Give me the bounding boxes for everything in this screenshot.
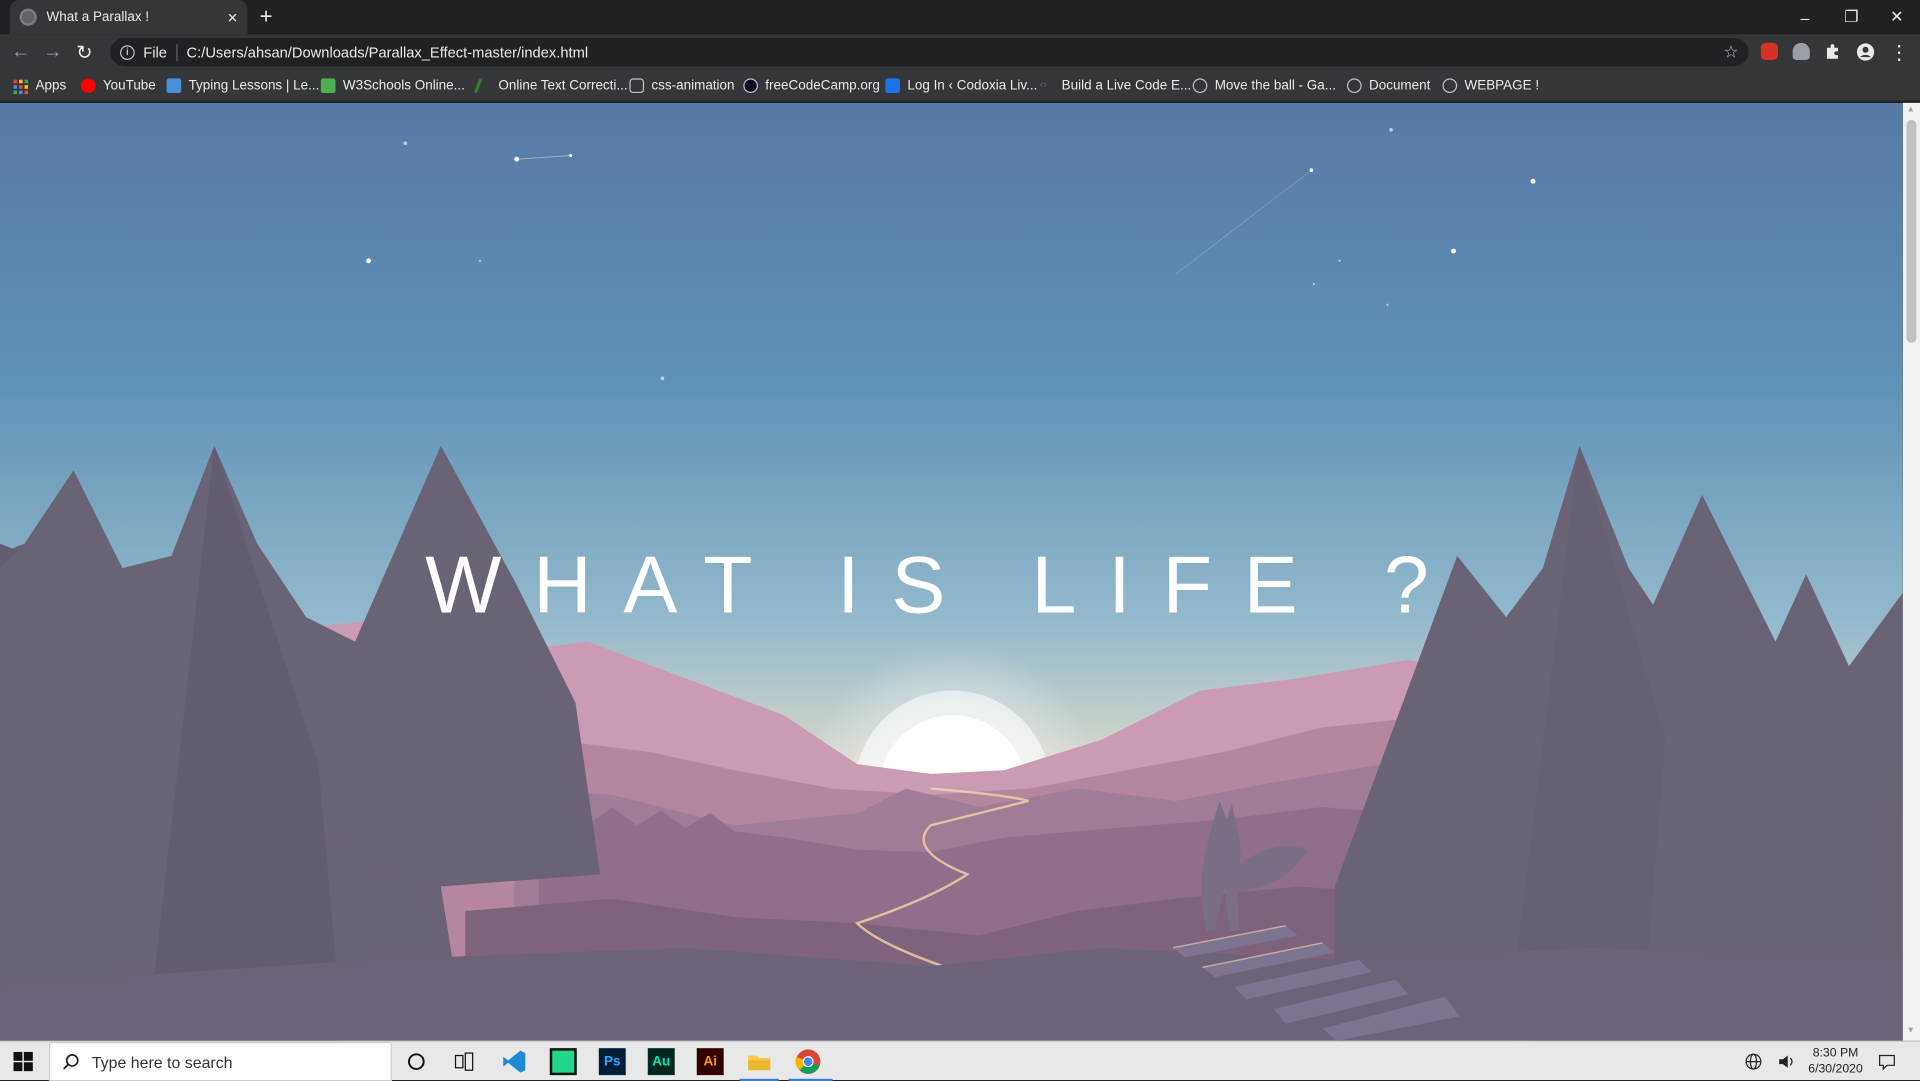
windows-logo-icon: [13, 1051, 33, 1072]
bookmark-move-the-ball[interactable]: Move the ball - Ga...: [1192, 76, 1336, 96]
close-tab-icon[interactable]: ×: [228, 9, 238, 26]
bookmark-label: YouTube: [102, 78, 156, 94]
extension-cloud-icon[interactable]: [1792, 42, 1810, 61]
bookmark-label: freeCodeCamp.org: [765, 78, 880, 94]
taskbar-search[interactable]: Type here to search: [48, 1042, 392, 1081]
back-button[interactable]: ←: [7, 39, 34, 66]
code-icon: ‹›: [1039, 78, 1047, 91]
search-icon: [63, 1054, 79, 1070]
restore-button[interactable]: ❐: [1828, 0, 1875, 34]
address-bar[interactable]: i File C:/Users/ahsan/Downloads/Parallax…: [110, 37, 1749, 67]
browser-toolbar: ← → ↻ i File C:/Users/ahsan/Downloads/Pa…: [0, 34, 1920, 70]
bookmark-label: Build a Live Code E...: [1061, 78, 1192, 94]
bookmark-youtube[interactable]: YouTube: [80, 76, 156, 96]
scroll-up-arrow-icon[interactable]: ▲: [1907, 105, 1915, 114]
w3schools-icon: [320, 78, 336, 94]
start-button[interactable]: [0, 1042, 47, 1081]
task-view-icon[interactable]: [451, 1048, 478, 1075]
notifications-icon[interactable]: [1878, 1042, 1895, 1081]
bookmark-label: Document: [1368, 78, 1431, 94]
search-placeholder: Type here to search: [91, 1052, 233, 1071]
bookmark-text-correction[interactable]: Online Text Correcti...: [473, 76, 628, 96]
bookmark-codoxia[interactable]: Log In ‹ Codoxia Liv...: [885, 76, 1037, 96]
scrollbar-thumb[interactable]: [1906, 120, 1917, 343]
bookmark-typing-lessons[interactable]: Typing Lessons | Le...: [166, 76, 320, 96]
url-text[interactable]: C:/Users/ahsan/Downloads/Parallax_Effect…: [187, 43, 589, 60]
clock-date: 6/30/2020: [1808, 1062, 1863, 1077]
scheme-label: File: [143, 43, 178, 61]
bookmark-css-animation[interactable]: css-animation: [629, 76, 735, 96]
fcc-icon: [743, 78, 758, 94]
volume-icon[interactable]: [1778, 1042, 1795, 1081]
codoxia-icon: [885, 78, 901, 94]
youtube-icon: [80, 78, 96, 94]
globe-icon: [1346, 78, 1362, 94]
pen-icon: [473, 78, 494, 94]
bookmark-live-code[interactable]: ‹› Build a Live Code E...: [1040, 76, 1192, 96]
page-scrollbar[interactable]: ▲ ▼: [1902, 102, 1920, 1041]
illustrator-icon[interactable]: Ai: [696, 1048, 724, 1076]
bookmark-label: WEBPAGE !: [1464, 78, 1540, 94]
bookmark-label: W3Schools Online...: [342, 78, 465, 94]
audition-icon[interactable]: Au: [647, 1048, 675, 1076]
new-tab-button[interactable]: +: [260, 5, 273, 27]
parallax-scene: WHAT IS LIFE ?: [0, 102, 1903, 1041]
bookmark-label: Typing Lessons | Le...: [188, 78, 320, 94]
scroll-down-arrow-icon[interactable]: ▼: [1907, 1026, 1915, 1035]
bookmark-label: Apps: [35, 78, 67, 94]
bookmark-label: Online Text Correcti...: [498, 78, 628, 94]
bookmark-label: css-animation: [651, 78, 735, 94]
bookmark-webpage[interactable]: WEBPAGE !: [1442, 76, 1539, 96]
pycharm-icon[interactable]: [549, 1048, 577, 1076]
bookmark-label: Log In ‹ Codoxia Liv...: [907, 78, 1038, 94]
bookmark-star-icon[interactable]: ☆: [1723, 42, 1738, 63]
photoshop-icon[interactable]: Ps: [598, 1048, 626, 1076]
reload-button[interactable]: ↻: [71, 39, 98, 66]
extensions-puzzle-icon[interactable]: [1825, 43, 1842, 60]
bookmark-label: Move the ball - Ga...: [1214, 78, 1336, 94]
bookmark-freecodecamp[interactable]: freeCodeCamp.org: [743, 76, 880, 96]
chrome-menu-icon[interactable]: ⋮: [1886, 39, 1913, 66]
extension-hand-icon[interactable]: [1760, 42, 1778, 61]
minimize-button[interactable]: –: [1782, 0, 1829, 34]
clock-time: 8:30 PM: [1812, 1046, 1859, 1061]
system-clock[interactable]: 8:30 PM 6/30/2020: [1804, 1046, 1868, 1078]
vscode-icon[interactable]: [501, 1048, 528, 1075]
cortana-icon[interactable]: [403, 1048, 430, 1075]
windows-taskbar: Type here to search Ps Au Ai 8:30 PM 6/3…: [0, 1040, 1920, 1081]
globe-icon: [1442, 78, 1458, 94]
apps-grid-icon: [13, 78, 29, 95]
tab-strip: What a Parallax ! × + – ❐ ✕: [0, 0, 1920, 35]
tab-title: What a Parallax !: [46, 9, 150, 25]
bookmarks-bar: Apps YouTube Typing Lessons | Le... W3Sc…: [0, 69, 1920, 102]
bookmark-document[interactable]: Document: [1346, 76, 1431, 96]
globe-icon: [19, 8, 37, 26]
chrome-icon[interactable]: [795, 1048, 822, 1075]
typing-icon: [166, 78, 182, 94]
site-info-icon[interactable]: i: [120, 44, 135, 60]
bookmark-apps[interactable]: Apps: [13, 76, 66, 96]
close-window-button[interactable]: ✕: [1873, 0, 1920, 34]
tab-active[interactable]: What a Parallax ! ×: [9, 0, 248, 35]
forward-button[interactable]: →: [39, 39, 66, 66]
page-headline: WHAT IS LIFE ?: [425, 538, 1461, 630]
network-globe-icon[interactable]: [1745, 1042, 1762, 1081]
profile-avatar-icon[interactable]: [1856, 43, 1875, 61]
file-explorer-icon[interactable]: [746, 1048, 773, 1075]
css-icon: [629, 78, 645, 94]
globe-icon: [1192, 78, 1208, 94]
bookmark-w3schools[interactable]: W3Schools Online...: [320, 76, 465, 96]
